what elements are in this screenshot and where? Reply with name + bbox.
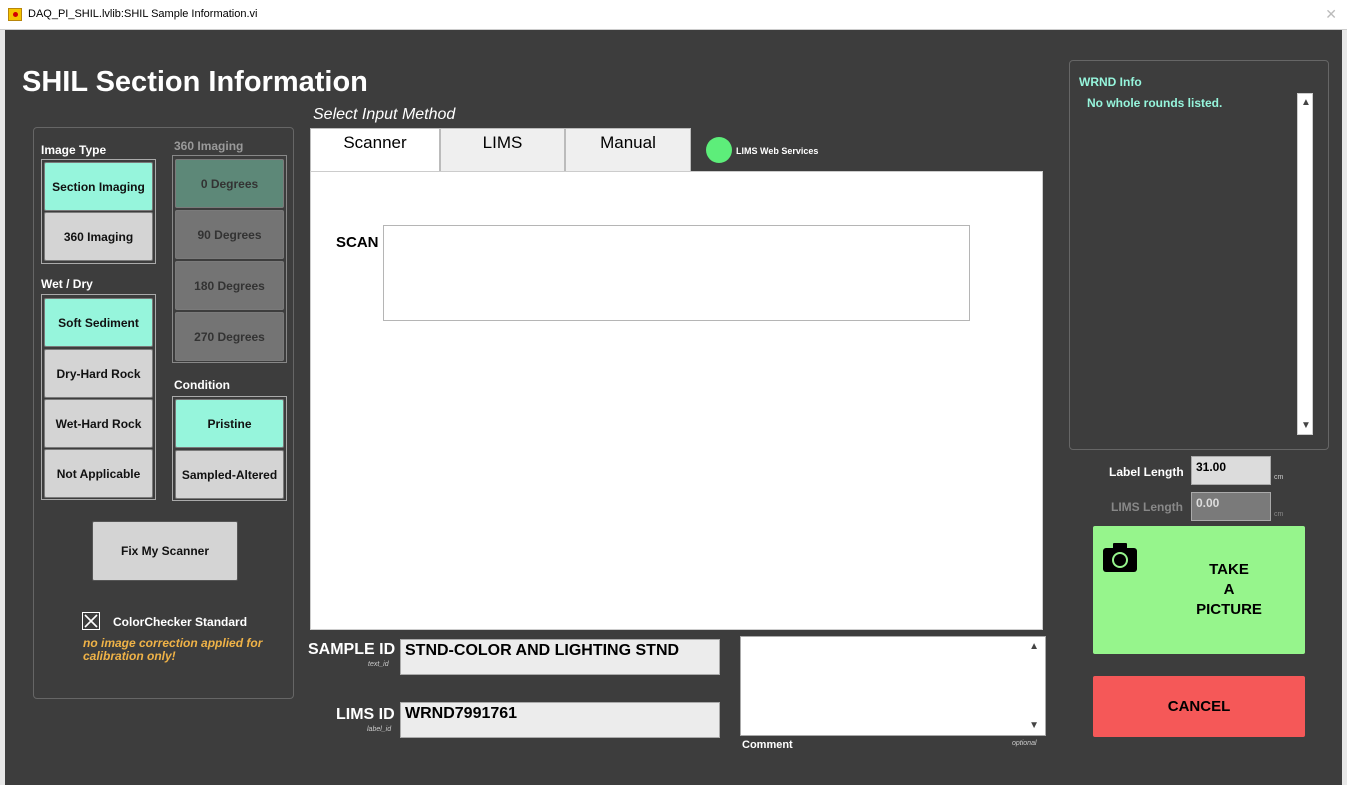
lims-length-label: LIMS Length	[1111, 500, 1183, 514]
colorchecker-label: ColorChecker Standard	[113, 615, 248, 629]
wet-hard-rock-button[interactable]: Wet-Hard Rock	[44, 399, 153, 448]
wet-dry-group: Soft Sediment Dry-Hard Rock Wet-Hard Roc…	[41, 294, 156, 500]
take-picture-line1: TAKE	[1209, 561, 1249, 578]
image-type-label: Image Type	[41, 143, 107, 157]
not-applicable-button[interactable]: Not Applicable	[44, 449, 153, 498]
lims-status-indicator	[706, 137, 732, 163]
take-picture-line2: A	[1223, 581, 1235, 598]
scroll-up-icon[interactable]: ▲	[1301, 97, 1311, 108]
window-frame-right	[1342, 30, 1347, 785]
360-imaging-button[interactable]: 360 Imaging	[44, 212, 153, 261]
0-degrees-button[interactable]: 0 Degrees	[175, 159, 284, 208]
colorchecker-note: no image correction applied for calibrat…	[83, 636, 263, 663]
page-title: SHIL Section Information	[22, 66, 368, 98]
lims-id-sublabel: label_id	[367, 726, 392, 733]
scroll-up-icon[interactable]: ▲	[1029, 641, 1039, 652]
comment-hint: optional	[1012, 740, 1037, 747]
condition-group: Pristine Sampled-Altered	[172, 396, 287, 501]
close-icon[interactable]: ✕	[1325, 6, 1337, 23]
lims-id-label: LIMS ID	[336, 706, 395, 723]
label-length-unit: cm	[1274, 474, 1284, 481]
sample-id-label: SAMPLE ID	[308, 641, 396, 658]
wrnd-info-label: WRND Info	[1079, 75, 1142, 89]
lims-status-label: LIMS Web Services	[736, 146, 819, 156]
lims-length-field: 0.00	[1191, 492, 1271, 521]
label-length-label: Label Length	[1109, 465, 1184, 479]
90-degrees-button[interactable]: 90 Degrees	[175, 210, 284, 259]
camera-icon	[1101, 541, 1139, 573]
window-frame-left	[0, 30, 5, 785]
wrnd-info-scrollbar[interactable]: ▲ ▼	[1297, 93, 1313, 435]
label-length-field[interactable]: 31.00	[1191, 456, 1271, 485]
scan-label: SCAN	[336, 234, 379, 251]
take-picture-line3: PICTURE	[1196, 601, 1262, 618]
wrnd-info-message: No whole rounds listed.	[1087, 96, 1223, 110]
fix-my-scanner-button[interactable]: Fix My Scanner	[92, 521, 238, 581]
app-icon	[8, 8, 22, 21]
sample-id-sublabel: text_id	[368, 661, 389, 668]
lims-id-field[interactable]: WRND7991761	[400, 702, 720, 738]
input-method-label: Select Input Method	[313, 106, 456, 123]
scroll-down-icon[interactable]: ▼	[1029, 720, 1039, 731]
scroll-down-icon[interactable]: ▼	[1301, 420, 1311, 431]
scan-input[interactable]	[383, 225, 970, 321]
360-imaging-label: 360 Imaging	[174, 139, 244, 153]
section-imaging-button[interactable]: Section Imaging	[44, 162, 153, 211]
wrnd-info-panel	[1069, 60, 1329, 450]
comment-label: Comment	[742, 739, 793, 751]
tab-lims[interactable]: LIMS	[440, 128, 565, 172]
comment-input[interactable]: ▲ ▼	[740, 636, 1046, 736]
image-type-group: Section Imaging 360 Imaging	[41, 159, 156, 264]
colorchecker-checkbox[interactable]	[82, 612, 100, 630]
window-title: DAQ_PI_SHIL.lvlib:SHIL Sample Informatio…	[28, 8, 258, 20]
cancel-button[interactable]: CANCEL	[1093, 676, 1305, 737]
condition-label: Condition	[174, 378, 230, 392]
dry-hard-rock-button[interactable]: Dry-Hard Rock	[44, 349, 153, 398]
soft-sediment-button[interactable]: Soft Sediment	[44, 298, 153, 347]
sample-id-field[interactable]: STND-COLOR AND LIGHTING STND	[400, 639, 720, 675]
lims-length-unit: cm	[1274, 511, 1284, 518]
checkbox-x-icon	[84, 614, 98, 628]
wet-dry-label: Wet / Dry	[41, 277, 93, 291]
window-titlebar: DAQ_PI_SHIL.lvlib:SHIL Sample Informatio…	[0, 0, 1347, 30]
180-degrees-button[interactable]: 180 Degrees	[175, 261, 284, 310]
pristine-button[interactable]: Pristine	[175, 399, 284, 448]
sampled-altered-button[interactable]: Sampled-Altered	[175, 450, 284, 499]
tab-manual[interactable]: Manual	[565, 128, 691, 172]
360-degrees-group: 0 Degrees 90 Degrees 180 Degrees 270 Deg…	[172, 155, 287, 363]
tab-scanner[interactable]: Scanner	[310, 128, 440, 172]
270-degrees-button[interactable]: 270 Degrees	[175, 312, 284, 361]
